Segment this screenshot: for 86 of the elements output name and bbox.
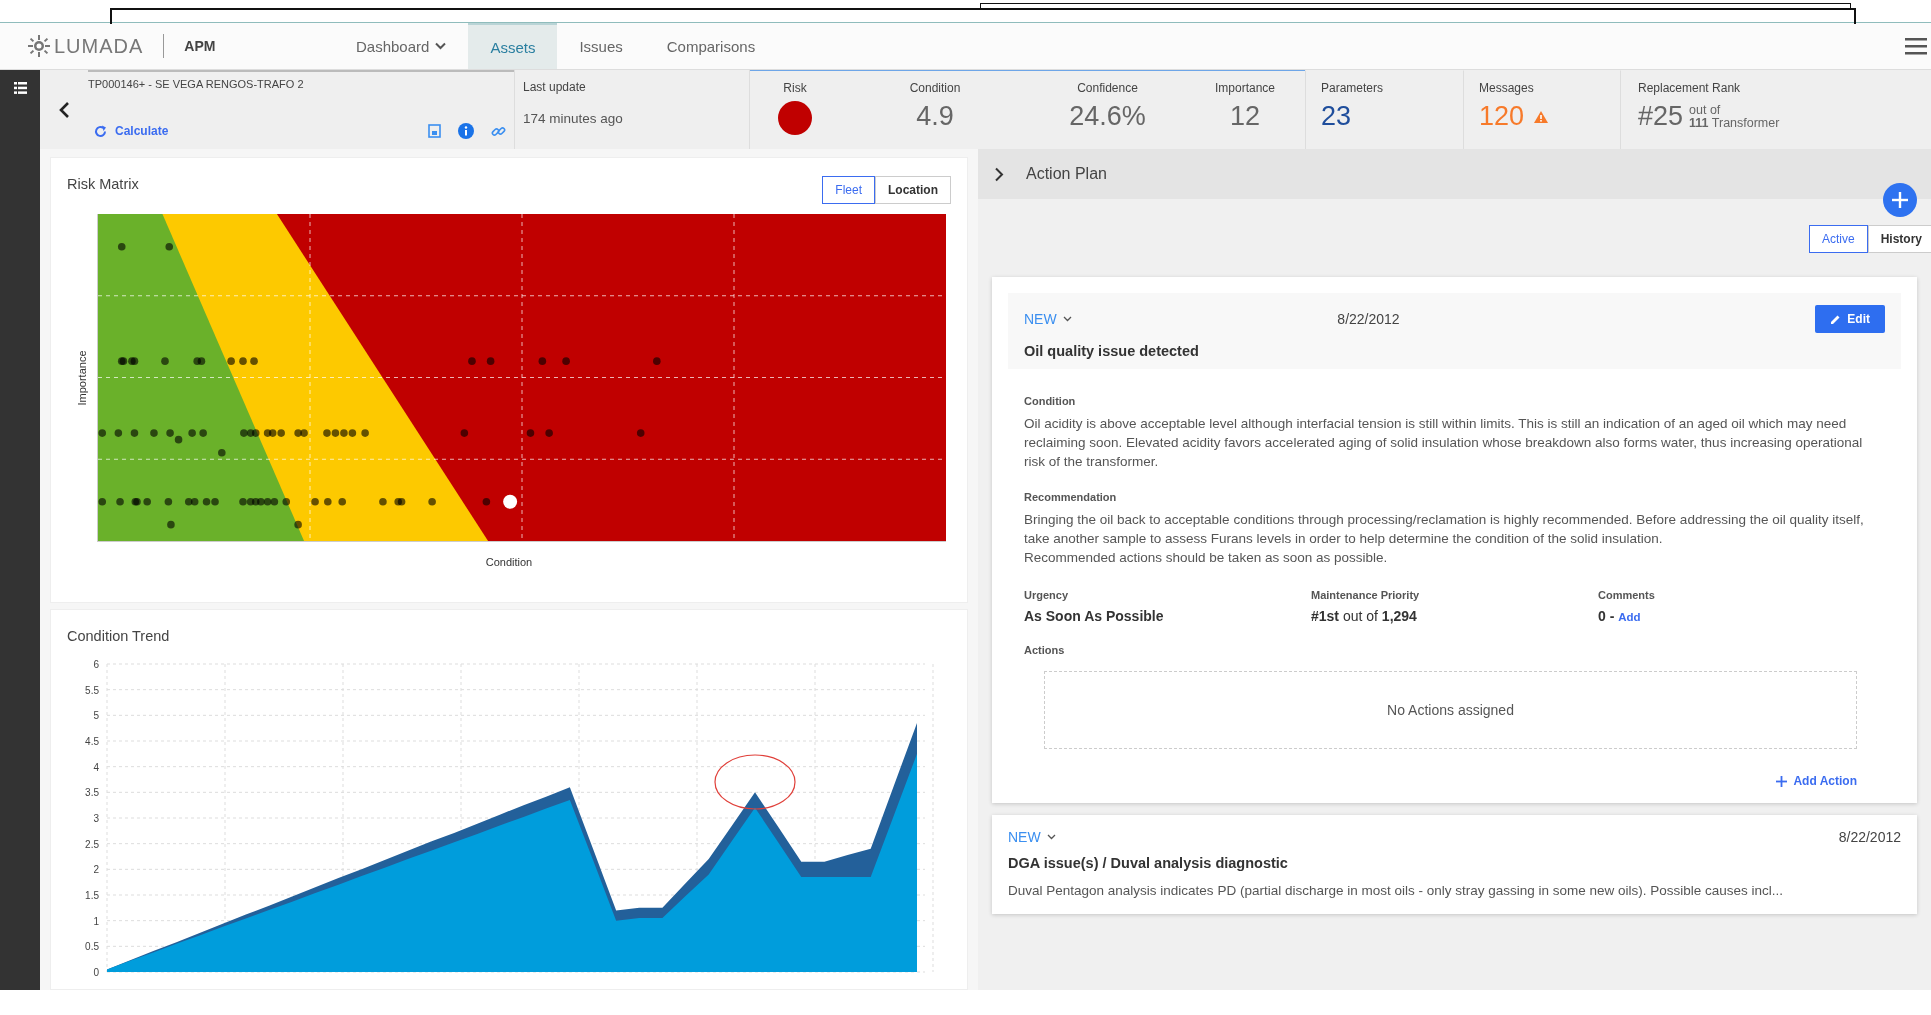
axis-tick: 1.5 — [85, 890, 99, 901]
menu-icon[interactable] — [1905, 37, 1927, 55]
add-action-button[interactable]: Add Action — [1770, 773, 1863, 789]
nav-tab[interactable]: Comparisons — [644, 23, 778, 69]
metric-value: 24.6% — [1069, 101, 1146, 132]
list-icon[interactable] — [13, 82, 27, 94]
card-title: Risk Matrix — [67, 176, 139, 192]
metric-label: Condition — [909, 81, 961, 95]
warning-icon — [1534, 110, 1549, 123]
metric-value: #25 — [1638, 101, 1684, 132]
gear-logo-icon — [28, 35, 50, 57]
plus-icon — [1776, 775, 1788, 787]
axis-label: Condition — [485, 556, 533, 568]
status-dropdown[interactable]: NEW — [1008, 829, 1056, 845]
empty-message: No Actions assigned — [1387, 702, 1514, 718]
section-label: Maintenance Priority — [1311, 589, 1421, 601]
recommendation-text: Bringing the oil back to acceptable conditions through processing/reclamation is highly recommended. Before addressing the oil quality itself, take another sample to assess Furans levels in order to help determine the condition of the solid insulation. — [1024, 511, 1865, 548]
card-title: Condition Trend — [67, 628, 171, 644]
issue-title: DGA issue(s) / Duval analysis diagnostic — [1008, 855, 1289, 871]
section-label: Actions — [1024, 644, 1066, 656]
toggle-button[interactable]: Active — [1808, 225, 1868, 253]
axis-tick: 3 — [93, 813, 99, 824]
axis-tick: 3.5 — [85, 787, 99, 799]
refresh-icon — [94, 124, 107, 138]
axis-tick: 2.5 — [85, 838, 99, 850]
axis-tick: 0 — [93, 967, 99, 978]
urgency-value: As Soon As Possible — [1024, 608, 1165, 624]
axis-label: Importance — [76, 350, 88, 406]
section-label: Condition — [1024, 395, 1077, 407]
save-icon[interactable] — [428, 124, 441, 138]
axis-tick: 0.5 — [85, 941, 99, 953]
axis-tick: 1 — [93, 915, 99, 927]
section-label: Recommendation — [1024, 491, 1118, 503]
toggle-button[interactable]: Location — [875, 176, 951, 204]
info-icon[interactable] — [458, 123, 474, 139]
back-chevron-icon[interactable] — [58, 100, 70, 119]
status-dropdown[interactable]: NEW — [1024, 311, 1072, 327]
toggle-button[interactable]: Fleet — [822, 176, 875, 204]
section-label: Comments — [1598, 589, 1656, 601]
metric-label: Replacement Rank — [1638, 81, 1742, 95]
pencil-icon — [1830, 313, 1842, 325]
metric-label: Importance — [1215, 81, 1275, 95]
metric-label: Risk — [783, 81, 807, 95]
plus-icon — [1891, 191, 1909, 209]
metric-label: Parameters — [1321, 81, 1385, 95]
last-update-value: 174 minutes ago — [523, 111, 624, 126]
expand-chevron-icon[interactable] — [994, 166, 1004, 182]
issue-date: 8/22/2012 — [1337, 311, 1400, 327]
metric-value: 120 — [1479, 101, 1525, 132]
rank-total: 111 — [1689, 115, 1709, 130]
comment-count: 0 - — [1598, 608, 1615, 624]
metric-label: Confidence — [1077, 81, 1138, 95]
caret-icon — [1046, 834, 1056, 840]
nav-tab[interactable]: Dashboard — [334, 23, 469, 69]
axis-tick: 4.5 — [85, 736, 99, 747]
asset-name: TP000146+ - SE VEGA RENGOS-TRAFO 2 — [88, 78, 305, 90]
edit-button[interactable]: Edit — [1815, 305, 1885, 333]
rank-unit: Transformer — [1711, 115, 1780, 130]
metric-label: Messages — [1479, 81, 1535, 95]
brand-logo: LUMADA — [54, 34, 144, 58]
recommendation-text: Recommended actions should be taken as soon as possible. — [1024, 549, 1389, 567]
panel-title: Action Plan — [1026, 165, 1107, 183]
rank-out-of: out of — [1689, 104, 1722, 117]
calculate-button[interactable]: Calculate — [88, 123, 175, 139]
issue-summary: Duval Pentagon analysis indicates PD (partial discharge in most oils - only stray gassing in some new oils). Possible causes incl... — [1008, 882, 1785, 900]
axis-tick: 5.5 — [85, 684, 99, 696]
axis-tick: 4 — [93, 761, 99, 773]
add-button[interactable] — [1883, 183, 1917, 217]
product-name: APM — [184, 38, 216, 54]
axis-tick: 6 — [93, 659, 99, 670]
nav-tab[interactable]: Issues — [557, 23, 645, 69]
metric-value: 23 — [1321, 101, 1352, 132]
axis-tick: 5 — [93, 710, 99, 722]
last-update-label: Last update — [523, 80, 587, 94]
add-comment-link[interactable]: Add — [1618, 611, 1641, 623]
section-label: Urgency — [1024, 589, 1070, 601]
metric-value: 12 — [1229, 101, 1260, 132]
priority-value: #1st out of 1,294 — [1311, 608, 1418, 624]
issue-title: Oil quality issue detected — [1024, 343, 1200, 359]
nav-tab[interactable]: Assets — [468, 23, 558, 69]
issue-date: 8/22/2012 — [1838, 829, 1901, 845]
caret-icon — [1062, 316, 1072, 322]
metric-value: 4.9 — [916, 101, 954, 132]
toggle-button[interactable]: History — [1867, 225, 1931, 253]
condition-text: Oil acidity is above acceptable level although interfacial tension is still within limits. This is still an indication of an aged oil which may need reclaiming soon. Elevated acidity favors accelerated aging of solid insulation whose breakdown also forms water, thus increasing operational risk of the transformer. — [1024, 415, 1864, 471]
axis-tick: 2 — [93, 864, 99, 876]
